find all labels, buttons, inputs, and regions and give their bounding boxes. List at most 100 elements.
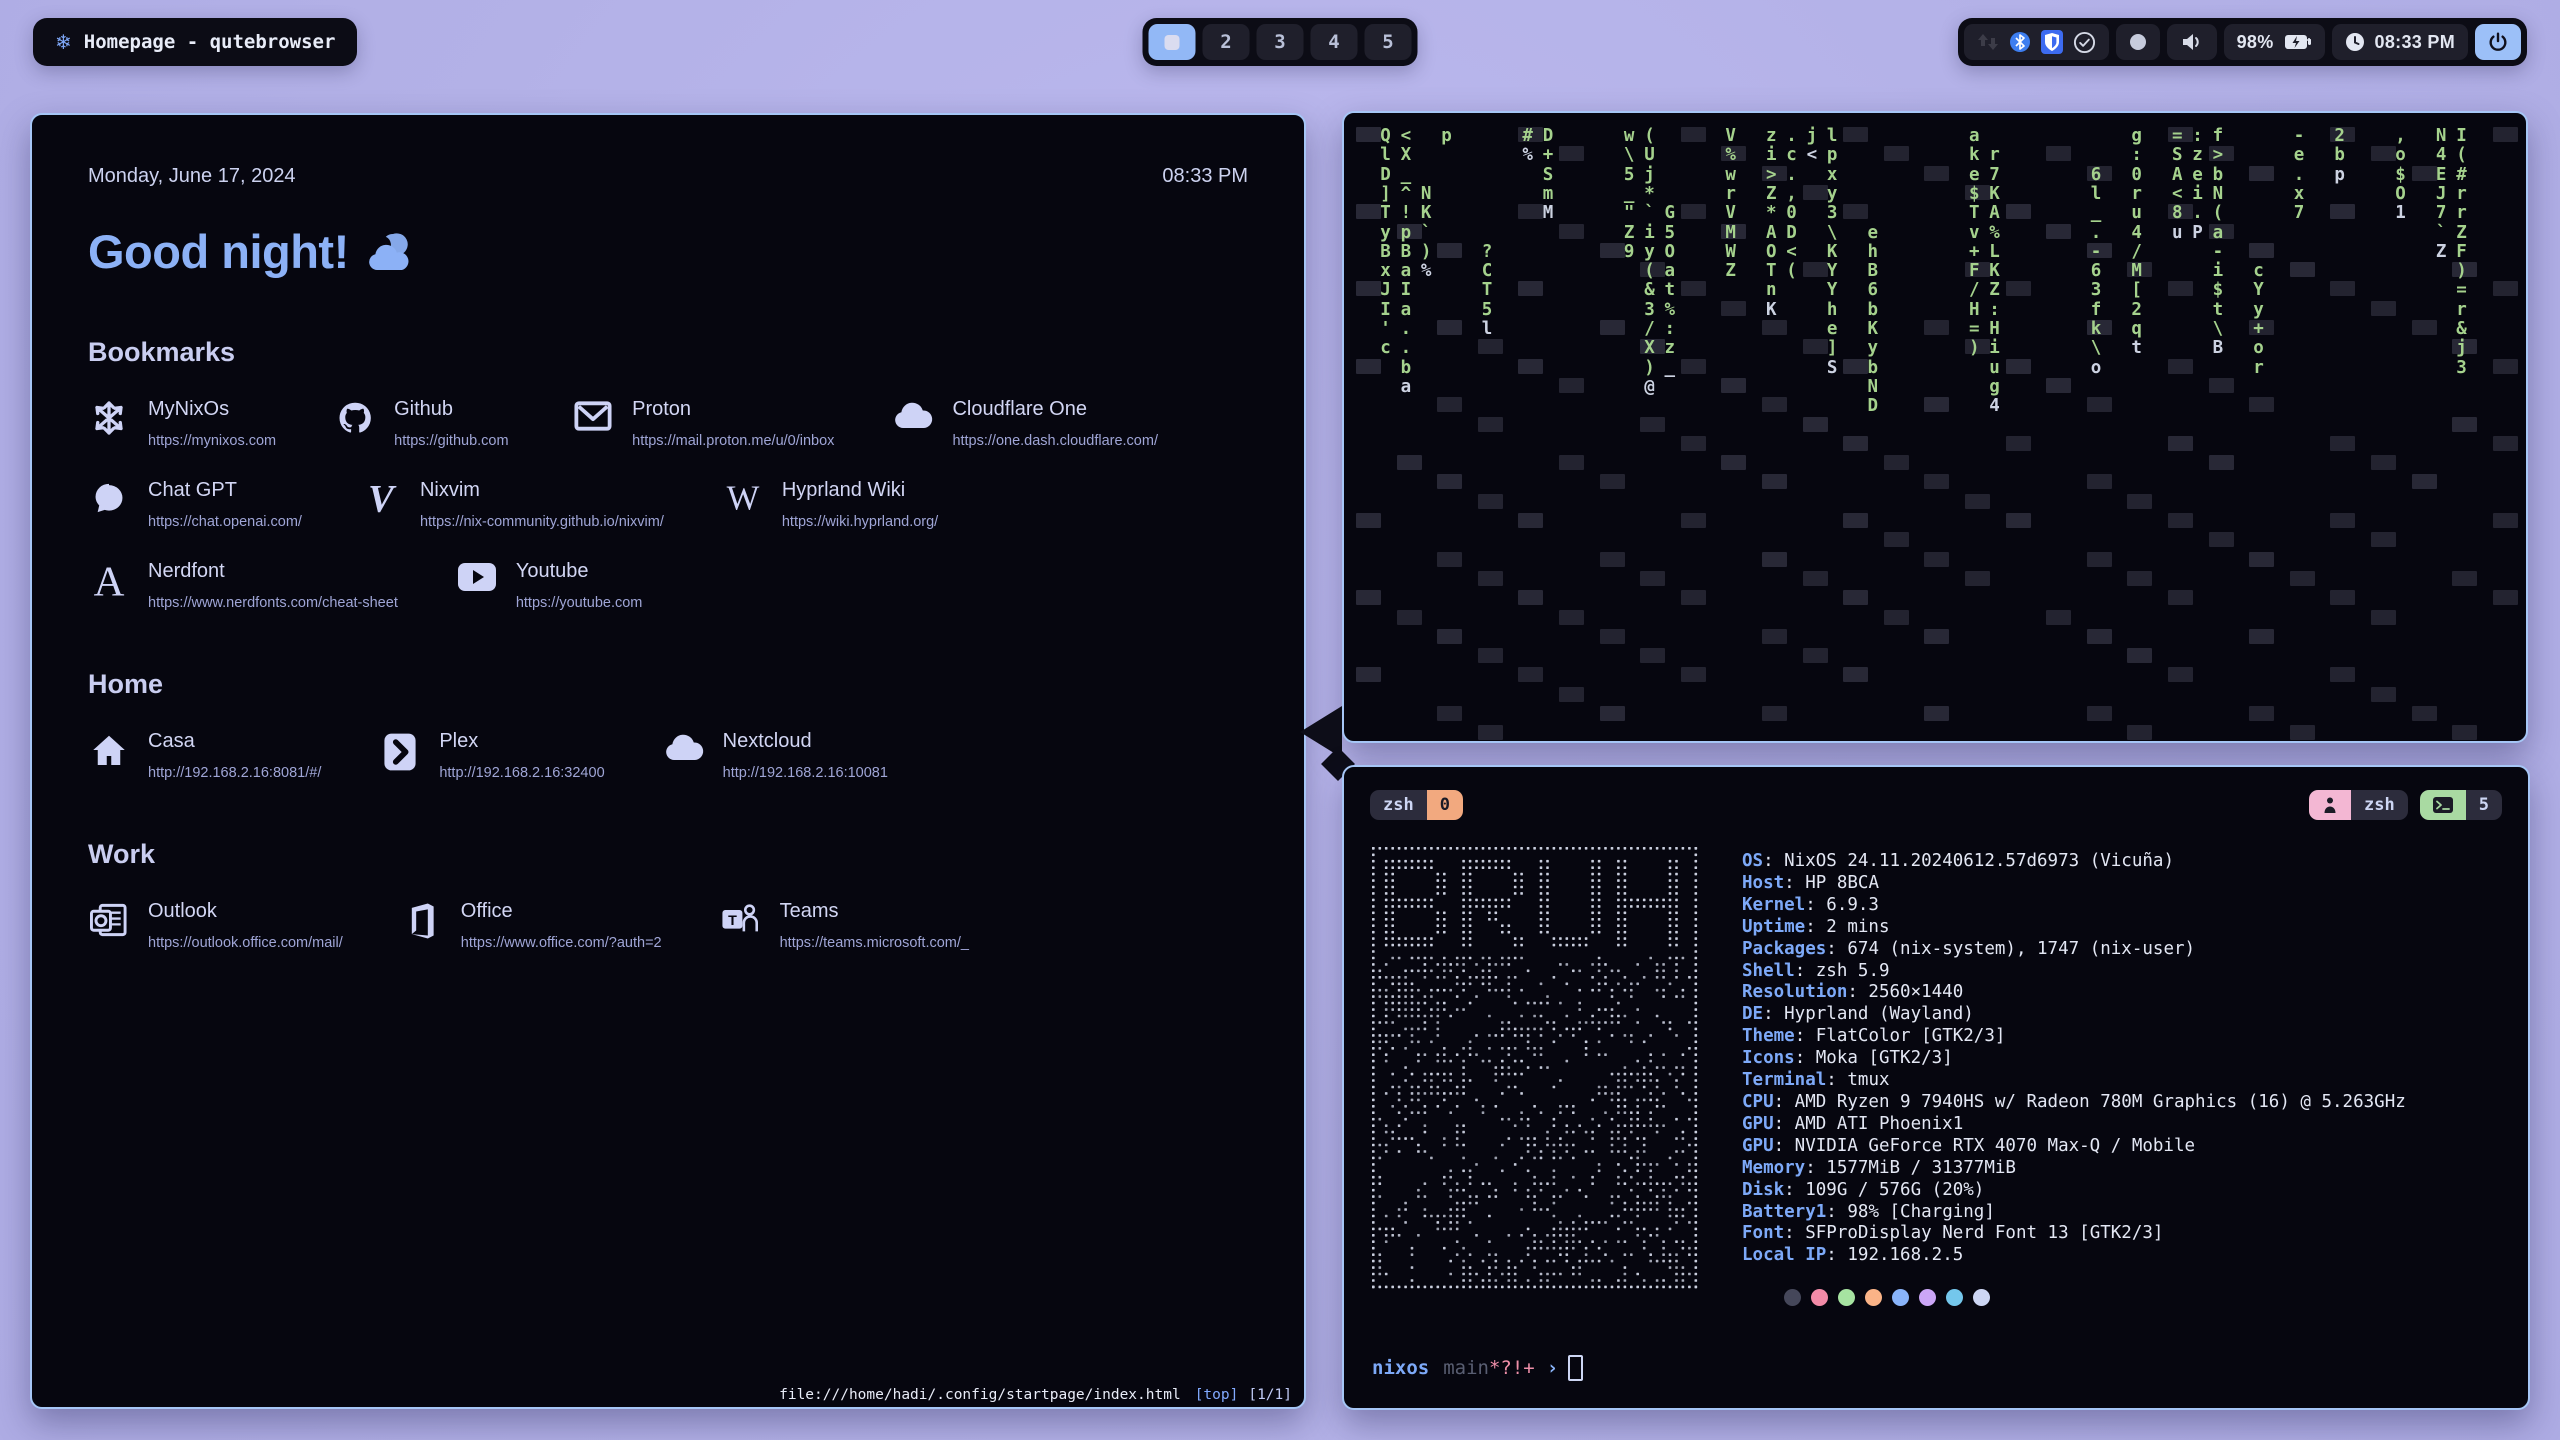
matrix-char: *	[1644, 186, 1655, 204]
matrix-char: \	[2091, 340, 2102, 358]
palette-dot	[1865, 1289, 1882, 1306]
matrix-char: (	[1644, 263, 1655, 281]
matrix-char: O	[1766, 244, 1777, 262]
workspace-button-5[interactable]: 5	[1365, 24, 1412, 60]
matrix-char: t	[2213, 302, 2224, 320]
matrix-char: h	[1868, 244, 1879, 262]
matrix-block	[1559, 455, 1584, 470]
matrix-block	[1681, 127, 1706, 142]
matrix-block	[1843, 513, 1868, 528]
bookmark-item-youtube[interactable]: Youtubehttps://youtube.com	[456, 560, 643, 611]
matrix-char: Z	[1989, 282, 2000, 300]
bookmark-item-hyprland-wiki[interactable]: WHyprland Wikihttps://wiki.hyprland.org/	[722, 479, 938, 530]
matrix-char: a	[1401, 263, 1412, 281]
battery-indicator[interactable]: 98%	[2224, 24, 2325, 60]
bookmark-item-office[interactable]: Officehttps://www.office.com/?auth=2	[401, 900, 662, 951]
bookmark-item-cloudflare-one[interactable]: Cloudflare Onehttps://one.dash.cloudflar…	[892, 398, 1158, 449]
matrix-char: $	[2213, 282, 2224, 300]
matrix-char: p	[2334, 167, 2345, 185]
svg-text:A: A	[94, 562, 125, 602]
bookmark-item-teams[interactable]: TTeamshttps://teams.microsoft.com/_	[720, 900, 969, 951]
statusbar-url: file:///home/hadi/.config/startpage/inde…	[779, 1387, 1181, 1403]
tray-record[interactable]	[2116, 24, 2160, 60]
clock-icon	[2345, 32, 2365, 52]
bookmark-url: https://chat.openai.com/	[148, 514, 302, 530]
matrix-char: %	[1665, 302, 1676, 320]
fastfetch-line: Memory: 1577MiB / 31377MiB	[1742, 1158, 2406, 1180]
bookmark-item-proton[interactable]: Protonhttps://mail.proton.me/u/0/inbox	[572, 398, 834, 449]
matrix-char: l	[1380, 147, 1391, 165]
active-window-title-pill[interactable]: ❄ Homepage - qutebrowser	[33, 18, 357, 66]
bookmark-item-nixvim[interactable]: VNixvimhttps://nix-community.github.io/n…	[360, 479, 664, 530]
workspace-button-4[interactable]: 4	[1311, 24, 1358, 60]
bookmark-item-plex[interactable]: Plexhttp://192.168.2.16:32400	[379, 730, 604, 781]
matrix-block	[1600, 243, 1625, 258]
tray-volume[interactable]	[2167, 24, 2217, 60]
bookmark-item-casa[interactable]: Casahttp://192.168.2.16:8081/#/	[88, 730, 321, 781]
bookmark-item-chat-gpt[interactable]: Chat GPThttps://chat.openai.com/	[88, 479, 302, 530]
matrix-block	[2371, 610, 2396, 625]
matrix-terminal-window: QlD]TyBxJI'c<X_^!pBaIa..baNK`)%p?CT5l#%D…	[1342, 111, 2528, 743]
moon-cloud-icon	[363, 232, 415, 272]
matrix-char: N	[1421, 186, 1432, 204]
matrix-char: _	[1624, 186, 1635, 204]
matrix-char: .	[2192, 205, 2203, 223]
matrix-char: z	[1665, 340, 1676, 358]
matrix-char: S	[1543, 167, 1554, 185]
matrix-char: o	[2253, 340, 2264, 358]
tmux-status-bar: zsh0 zsh5	[1370, 787, 2502, 823]
matrix-char: E	[2436, 167, 2447, 185]
terminal-cursor[interactable]	[1568, 1355, 1583, 1381]
bookmark-url: http://192.168.2.16:10081	[723, 765, 888, 781]
tray-status-icons[interactable]	[1964, 24, 2109, 60]
matrix-char: C	[1482, 263, 1493, 281]
matrix-char: K	[1989, 263, 2000, 281]
workspace-button-2[interactable]: 2	[1203, 24, 1250, 60]
matrix-char: p	[1401, 225, 1412, 243]
matrix-char: Y	[2253, 282, 2264, 300]
bookmark-item-outlook[interactable]: Outlookhttps://outlook.office.com/mail/	[88, 900, 343, 951]
bookmark-url: http://192.168.2.16:8081/#/	[148, 765, 321, 781]
matrix-char: \	[2213, 321, 2224, 339]
bookmark-item-github[interactable]: Githubhttps://github.com	[334, 398, 514, 449]
matrix-char: D	[1543, 128, 1554, 146]
matrix-char: N	[2436, 128, 2447, 146]
matrix-char: S	[1827, 360, 1838, 378]
clock-indicator[interactable]: 08:33 PM	[2332, 24, 2468, 60]
matrix-char: #	[2456, 167, 2467, 185]
envelope-icon	[574, 400, 612, 432]
matrix-block	[1559, 224, 1584, 239]
workspace-button-3[interactable]: 3	[1257, 24, 1304, 60]
matrix-block	[1356, 513, 1381, 528]
workspace-button-1[interactable]	[1149, 24, 1196, 60]
power-button[interactable]	[2475, 24, 2521, 60]
matrix-block	[1559, 378, 1584, 393]
fastfetch-line: Shell: zsh 5.9	[1742, 961, 2406, 983]
matrix-char: T	[1380, 205, 1391, 223]
matrix-block	[1721, 378, 1746, 393]
tmux-session-pill-segment: 5	[2466, 790, 2502, 820]
matrix-block	[1640, 571, 1665, 586]
matrix-block	[1681, 513, 1706, 528]
bookmark-item-nextcloud[interactable]: Nextcloudhttp://192.168.2.16:10081	[663, 730, 888, 781]
matrix-char: Y	[1827, 282, 1838, 300]
matrix-char: a	[1969, 128, 1980, 146]
check-circle-icon	[2073, 31, 2096, 54]
bookmark-item-mynixos[interactable]: MyNixOshttps://mynixos.com	[88, 398, 276, 449]
matrix-block	[2168, 667, 2193, 682]
matrix-block	[2493, 281, 2518, 296]
bookmark-item-nerdfont[interactable]: ANerdfonthttps://www.nerdfonts.com/cheat…	[88, 560, 398, 611]
matrix-block	[2249, 629, 2274, 644]
matrix-char: V	[1725, 128, 1736, 146]
cloud-icon	[664, 732, 704, 762]
matrix-block	[1437, 629, 1462, 644]
prompt-git-flags: *?!+	[1489, 1357, 1535, 1379]
matrix-char: (	[2213, 205, 2224, 223]
matrix-block	[1356, 127, 1381, 142]
matrix-block	[1600, 629, 1625, 644]
matrix-char: k	[2091, 321, 2102, 339]
matrix-char: `	[2436, 225, 2447, 243]
matrix-block	[1600, 552, 1625, 567]
matrix-block	[1762, 552, 1787, 567]
prompt-hostname: nixos	[1372, 1357, 1429, 1379]
